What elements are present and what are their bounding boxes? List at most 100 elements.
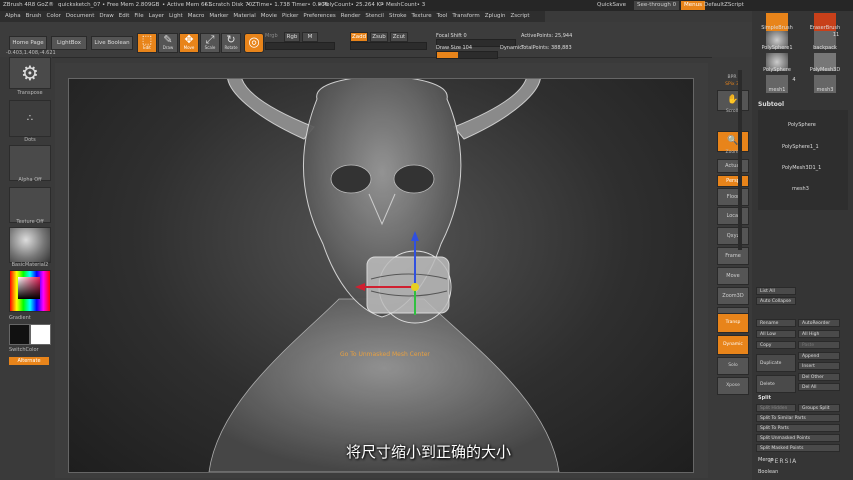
menu-picker[interactable]: Picker bbox=[282, 11, 298, 22]
floor-button[interactable]: Floor bbox=[717, 188, 749, 206]
zoom-button[interactable]: 🔍 bbox=[717, 131, 749, 152]
menu-tool[interactable]: Tool bbox=[437, 11, 448, 22]
split-hidden-button[interactable]: Split Hidden bbox=[756, 404, 796, 412]
menu-render[interactable]: Render bbox=[341, 11, 361, 22]
menu-macro[interactable]: Macro bbox=[188, 11, 205, 22]
frame-button[interactable]: Frame bbox=[717, 247, 749, 265]
menu-stencil[interactable]: Stencil bbox=[365, 11, 384, 22]
quicksave-button[interactable]: QuickSave bbox=[594, 1, 629, 10]
menu-layer[interactable]: Layer bbox=[149, 11, 164, 22]
solo-button[interactable]: Solo bbox=[717, 357, 749, 375]
secondary-color-swatch[interactable] bbox=[30, 324, 51, 345]
subtool-title[interactable]: Subtool bbox=[758, 101, 784, 108]
document-canvas[interactable] bbox=[68, 78, 694, 473]
color-square[interactable] bbox=[18, 277, 40, 299]
tool-mesh1[interactable]: mesh1 bbox=[754, 87, 800, 93]
tool-backpack[interactable]: backpack bbox=[802, 45, 848, 51]
xpose-button[interactable]: Xpose bbox=[717, 377, 749, 395]
seethrough-slider[interactable]: See-through 0 bbox=[634, 1, 680, 10]
transp-button[interactable]: Transp bbox=[717, 313, 749, 333]
stroke-dots[interactable]: ∴ bbox=[9, 100, 51, 137]
model-render[interactable] bbox=[69, 79, 693, 472]
actual-button[interactable]: Actual bbox=[717, 159, 749, 173]
del-other-button[interactable]: Del Other bbox=[798, 373, 840, 381]
zsub-toggle[interactable]: Zsub bbox=[370, 32, 388, 42]
insert-button[interactable]: Insert bbox=[798, 362, 840, 370]
scroll-button[interactable]: ✋ bbox=[717, 90, 749, 111]
teeth-mesh[interactable] bbox=[366, 256, 450, 314]
append-button[interactable]: Append bbox=[798, 352, 840, 360]
subtool-polysphere1-1[interactable]: PolySphere1_1 bbox=[782, 144, 819, 150]
bpr-label[interactable]: BPR bbox=[714, 75, 750, 80]
tool-polysphere1[interactable]: PolySphere1 bbox=[754, 45, 800, 51]
rgb-intensity-slider[interactable] bbox=[265, 42, 335, 50]
xyz-button[interactable]: Qxyz bbox=[717, 227, 749, 245]
main-color-swatch[interactable] bbox=[9, 324, 30, 345]
menu-edit[interactable]: Edit bbox=[119, 11, 130, 22]
dynamic-label[interactable]: Dynamic bbox=[500, 45, 522, 51]
split-masked-button[interactable]: Split Masked Points bbox=[756, 444, 840, 452]
groups-split-button[interactable]: Groups Split bbox=[798, 404, 840, 412]
menu-draw[interactable]: Draw bbox=[99, 11, 113, 22]
zadd-toggle[interactable]: Zadd bbox=[350, 32, 368, 42]
alternate-button[interactable]: Alternate bbox=[9, 357, 49, 365]
home-page-button[interactable]: Home Page bbox=[9, 36, 47, 50]
menu-alpha[interactable]: Alpha bbox=[5, 11, 21, 22]
alpha-slot[interactable] bbox=[9, 145, 51, 181]
subtool-polymesh3d1-1[interactable]: PolyMesh3D1_1 bbox=[782, 165, 821, 171]
menu-brush[interactable]: Brush bbox=[26, 11, 42, 22]
transpose-shelf-button[interactable]: ◎ bbox=[244, 33, 264, 53]
paste-button[interactable]: Paste bbox=[798, 341, 840, 349]
menu-marker[interactable]: Marker bbox=[209, 11, 228, 22]
menu-material[interactable]: Material bbox=[233, 11, 255, 22]
spix-label[interactable]: SPix 3 bbox=[714, 82, 750, 87]
subtool-mesh3[interactable]: mesh3 bbox=[792, 186, 809, 192]
tool-polysphere[interactable]: PolySphere bbox=[754, 67, 800, 73]
right-shelf-scrollbar[interactable] bbox=[738, 70, 742, 250]
split-similar-button[interactable]: Split To Similar Parts bbox=[756, 414, 840, 422]
menu-preferences[interactable]: Preferences bbox=[303, 11, 335, 22]
switch-color-label[interactable]: SwitchColor bbox=[9, 347, 51, 353]
list-all-button[interactable]: List All bbox=[756, 287, 796, 295]
subtool-polysphere[interactable]: PolySphere bbox=[788, 122, 816, 128]
menu-zscript[interactable]: Zscript bbox=[510, 11, 529, 22]
move-button[interactable]: ✥ Move bbox=[179, 33, 199, 53]
copy-button[interactable]: Copy bbox=[756, 341, 796, 349]
split-unmasked-button[interactable]: Split Unmasked Points bbox=[756, 434, 840, 442]
autoreorder-button[interactable]: AutoReorder bbox=[798, 319, 840, 327]
move-view-button[interactable]: Move bbox=[717, 267, 749, 285]
z-intensity-slider[interactable] bbox=[350, 42, 427, 50]
tool-mesh3[interactable]: mesh3 bbox=[802, 87, 848, 93]
menu-zplugin[interactable]: Zplugin bbox=[485, 11, 506, 22]
menu-color[interactable]: Color bbox=[47, 11, 61, 22]
scale-button[interactable]: ⤢ Scale bbox=[200, 33, 220, 53]
gizmo-center[interactable] bbox=[411, 283, 419, 291]
menu-stroke[interactable]: Stroke bbox=[389, 11, 407, 22]
duplicate-button[interactable]: Duplicate bbox=[756, 354, 796, 372]
menu-light[interactable]: Light bbox=[169, 11, 183, 22]
menu-file[interactable]: File bbox=[134, 11, 143, 22]
live-boolean-button[interactable]: Live Boolean bbox=[91, 36, 133, 50]
menu-texture[interactable]: Texture bbox=[412, 11, 432, 22]
color-picker[interactable] bbox=[9, 270, 51, 312]
draw-size-slider[interactable] bbox=[436, 51, 498, 59]
m-toggle[interactable]: M bbox=[302, 32, 318, 42]
menu-document[interactable]: Document bbox=[66, 11, 95, 22]
persp-button[interactable]: Persp bbox=[717, 175, 749, 187]
boolean-title[interactable]: Boolean bbox=[758, 469, 778, 475]
delete-button[interactable]: Delete bbox=[756, 375, 796, 393]
zoom3d-button[interactable]: Zoom3D bbox=[717, 287, 749, 305]
texture-slot[interactable] bbox=[9, 187, 51, 223]
split-title[interactable]: Split bbox=[758, 395, 771, 401]
tool-polymesh3d[interactable]: PolyMesh3D bbox=[802, 67, 848, 73]
all-high-button[interactable]: All High bbox=[798, 330, 840, 338]
menu-transform[interactable]: Transform bbox=[452, 11, 479, 22]
all-low-button[interactable]: All Low bbox=[756, 330, 796, 338]
material-sphere[interactable] bbox=[9, 227, 51, 263]
rename-button[interactable]: Rename bbox=[756, 319, 796, 327]
rotate-button[interactable]: ↻ Rotate bbox=[221, 33, 241, 53]
lightbox-button[interactable]: LightBox bbox=[51, 36, 87, 50]
local-button[interactable]: Local bbox=[717, 207, 749, 225]
draw-button[interactable]: ✎ Draw bbox=[158, 33, 178, 53]
auto-collapse-button[interactable]: Auto Collapse bbox=[756, 297, 796, 305]
